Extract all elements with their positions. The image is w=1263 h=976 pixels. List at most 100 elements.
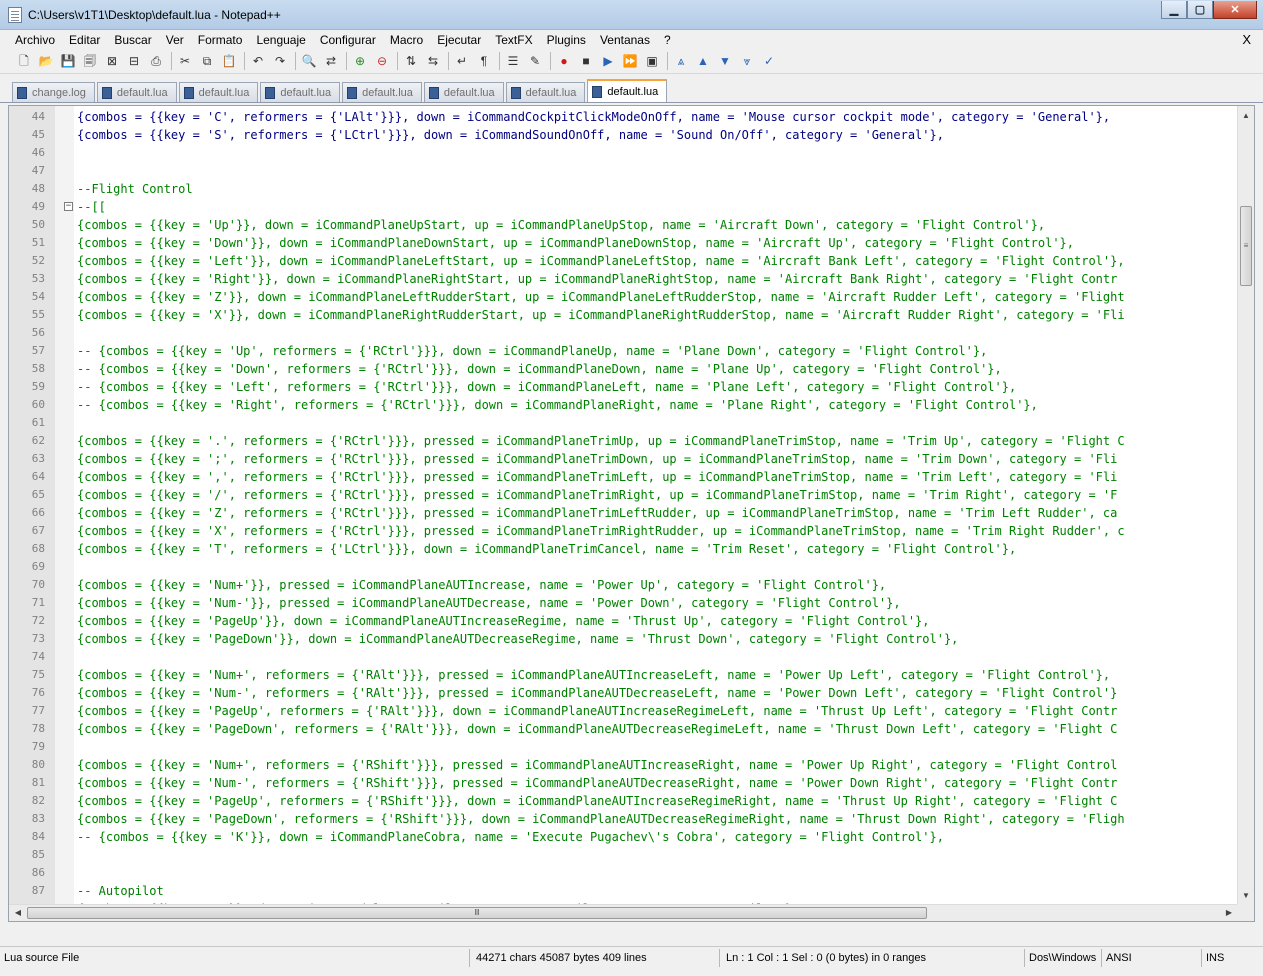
undo-icon[interactable]: ↶ [250, 53, 266, 69]
code-line[interactable]: 67 {combos = {{key = 'X', reformers = {'R… [9, 522, 1235, 540]
code-line[interactable]: 77 {combos = {{key = 'PageUp', reformers … [9, 702, 1235, 720]
scroll-left-button[interactable]: ◀ [10, 905, 26, 921]
code-line[interactable]: 78 {combos = {{key = 'PageDown', reformer… [9, 720, 1235, 738]
tab-default-lua-4[interactable]: default.lua [342, 82, 422, 102]
scroll-up-button[interactable]: ▲ [1238, 108, 1254, 124]
tab-default-lua-2[interactable]: default.lua [178, 82, 259, 102]
menu-ventanas[interactable]: Ventanas [593, 33, 657, 47]
horizontal-scrollbar[interactable]: ◀ Ⅲ ▶ [9, 904, 1238, 921]
code-line[interactable]: 81 {combos = {{key = 'Num-', reformers = … [9, 774, 1235, 792]
maximize-button[interactable]: ▢ [1187, 1, 1213, 19]
sync-horizontal-icon[interactable]: ⇆ [425, 53, 441, 69]
code-line[interactable]: 73 {combos = {{key = 'PageDown'}}, down =… [9, 630, 1235, 648]
code-line[interactable]: 60 -- {combos = {{key = 'Right', reformer… [9, 396, 1235, 414]
run-macro-multiple-icon[interactable]: ⏩ [622, 53, 638, 69]
tab-default-lua-6[interactable]: default.lua [505, 82, 586, 102]
close-icon[interactable]: ⊠ [104, 53, 120, 69]
menu-formato[interactable]: Formato [191, 33, 250, 47]
replace-icon[interactable]: ⇄ [323, 53, 339, 69]
menu-lenguaje[interactable]: Lenguaje [249, 33, 312, 47]
find-icon[interactable]: 🔍 [301, 53, 317, 69]
scroll-right-button[interactable]: ▶ [1221, 905, 1237, 921]
code-line[interactable]: 85 [9, 846, 1235, 864]
vertical-scrollbar[interactable]: ▲ ≡ ▼ [1237, 106, 1254, 906]
textfx-down-icon[interactable]: ⩔ [739, 53, 755, 69]
code-line[interactable]: 72 {combos = {{key = 'PageUp'}}, down = i… [9, 612, 1235, 630]
tab-change-log-0[interactable]: change.log [12, 82, 95, 102]
stop-macro-icon[interactable]: ■ [578, 53, 594, 69]
code-line[interactable]: 46 [9, 144, 1235, 162]
code-line[interactable]: 47 [9, 162, 1235, 180]
code-area[interactable]: 44 {combos = {{key = 'C', reformers = {'L… [9, 108, 1235, 918]
menu-buscar[interactable]: Buscar [107, 33, 158, 47]
show-all-chars-icon[interactable]: ¶ [476, 53, 492, 69]
save-icon[interactable]: 💾 [60, 53, 76, 69]
code-line[interactable]: 75 {combos = {{key = 'Num+', reformers = … [9, 666, 1235, 684]
zoom-in-icon[interactable]: ⊕ [352, 53, 368, 69]
code-line[interactable]: 70 {combos = {{key = 'Num+'}}, pressed = … [9, 576, 1235, 594]
save-all-icon[interactable]: 🗐 [82, 53, 98, 69]
menu-ver[interactable]: Ver [159, 33, 191, 47]
paste-icon[interactable]: 📋 [221, 53, 237, 69]
play-macro-icon[interactable]: ▶ [600, 53, 616, 69]
code-line[interactable]: 68 {combos = {{key = 'T', reformers = {'L… [9, 540, 1235, 558]
user-lang-icon[interactable]: ✎ [527, 53, 543, 69]
code-line[interactable]: 83 {combos = {{key = 'PageDown', reformer… [9, 810, 1235, 828]
sync-vertical-icon[interactable]: ⇅ [403, 53, 419, 69]
tab-default-lua-3[interactable]: default.lua [260, 82, 341, 102]
tab-default-lua-5[interactable]: default.lua [423, 82, 504, 102]
minimize-button[interactable]: ▁ [1161, 1, 1187, 19]
code-line[interactable]: 61 [9, 414, 1235, 432]
code-line[interactable]: 65 {combos = {{key = '/', reformers = {'R… [9, 486, 1235, 504]
record-macro-icon[interactable]: ● [556, 53, 572, 69]
code-line[interactable]: 63 {combos = {{key = ';', reformers = {'R… [9, 450, 1235, 468]
code-line[interactable]: 58 -- {combos = {{key = 'Down', reformers… [9, 360, 1235, 378]
code-line[interactable]: 76 {combos = {{key = 'Num-', reformers = … [9, 684, 1235, 702]
cut-icon[interactable]: ✂ [177, 53, 193, 69]
tab-default-lua-1[interactable]: default.lua [96, 82, 177, 102]
code-line[interactable]: 53 {combos = {{key = 'Right'}}, down = iC… [9, 270, 1235, 288]
code-line[interactable]: 84 -- {combos = {{key = 'K'}}, down = iCo… [9, 828, 1235, 846]
word-wrap-icon[interactable]: ↵ [454, 53, 470, 69]
redo-icon[interactable]: ↷ [272, 53, 288, 69]
spellcheck-icon[interactable]: ✓ [761, 53, 777, 69]
code-line[interactable]: 57 -- {combos = {{key = 'Up', reformers =… [9, 342, 1235, 360]
menu-editar[interactable]: Editar [62, 33, 107, 47]
save-macro-icon[interactable]: ▣ [644, 53, 660, 69]
code-line[interactable]: 71 {combos = {{key = 'Num-'}}, pressed = … [9, 594, 1235, 612]
code-line[interactable]: 45 {combos = {{key = 'S', reformers = {'L… [9, 126, 1235, 144]
code-line[interactable]: 64 {combos = {{key = ',', reformers = {'R… [9, 468, 1235, 486]
code-line[interactable]: 87 -- Autopilot [9, 882, 1235, 900]
code-line[interactable]: 54 {combos = {{key = 'Z'}}, down = iComma… [9, 288, 1235, 306]
new-icon[interactable]: 🗋 [16, 53, 32, 69]
code-line[interactable]: 55 {combos = {{key = 'X'}}, down = iComma… [9, 306, 1235, 324]
code-line[interactable]: 51 {combos = {{key = 'Down'}}, down = iCo… [9, 234, 1235, 252]
code-line[interactable]: 50 {combos = {{key = 'Up'}}, down = iComm… [9, 216, 1235, 234]
code-line[interactable]: 69 [9, 558, 1235, 576]
code-line[interactable]: 59 -- {combos = {{key = 'Left', reformers… [9, 378, 1235, 396]
menu-archivo[interactable]: Archivo [8, 33, 62, 47]
menu-help[interactable]: ? [657, 33, 678, 47]
copy-icon[interactable]: ⧉ [199, 53, 215, 69]
tab-default-lua-7[interactable]: default.lua [587, 79, 668, 102]
code-line[interactable]: 44 {combos = {{key = 'C', reformers = {'L… [9, 108, 1235, 126]
print-icon[interactable]: ⎙ [148, 53, 164, 69]
menu-textfx[interactable]: TextFX [488, 33, 539, 47]
code-line[interactable]: 79 [9, 738, 1235, 756]
close-document-button[interactable]: X [1242, 32, 1251, 47]
close-all-icon[interactable]: ⊟ [126, 53, 142, 69]
open-icon[interactable]: 📂 [38, 53, 54, 69]
menu-configurar[interactable]: Configurar [313, 33, 383, 47]
code-line[interactable]: 62 {combos = {{key = '.', reformers = {'R… [9, 432, 1235, 450]
code-line[interactable]: 74 [9, 648, 1235, 666]
menu-macro[interactable]: Macro [383, 33, 430, 47]
code-line[interactable]: 52 {combos = {{key = 'Left'}}, down = iCo… [9, 252, 1235, 270]
scroll-down-button[interactable]: ▼ [1238, 888, 1254, 904]
fold-toggle-icon[interactable]: − [64, 202, 73, 211]
code-line[interactable]: 66 {combos = {{key = 'Z', reformers = {'R… [9, 504, 1235, 522]
code-line[interactable]: 80 {combos = {{key = 'Num+', reformers = … [9, 756, 1235, 774]
indent-guide-icon[interactable]: ☰ [505, 53, 521, 69]
code-line[interactable]: 82 {combos = {{key = 'PageUp', reformers … [9, 792, 1235, 810]
code-line[interactable]: 56 [9, 324, 1235, 342]
code-line[interactable]: 86 [9, 864, 1235, 882]
